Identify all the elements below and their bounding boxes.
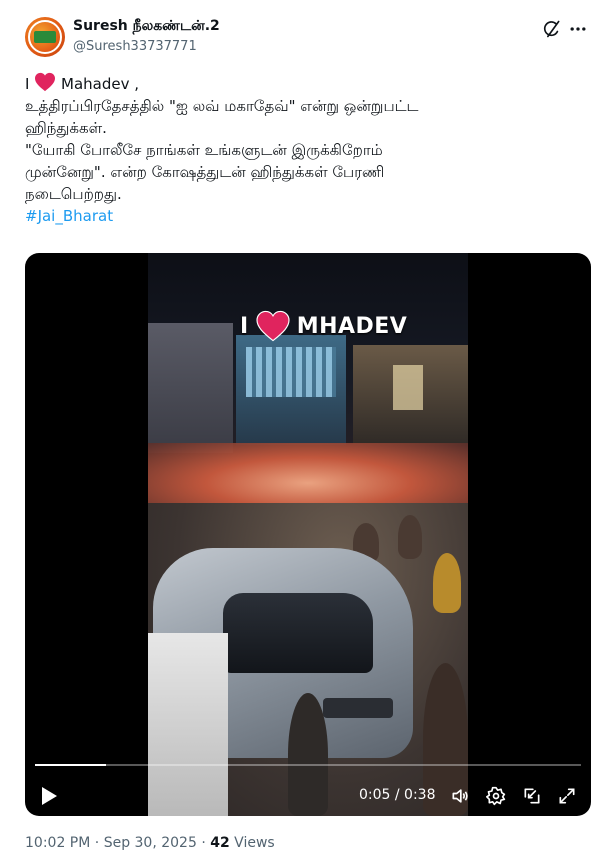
hashtag-link[interactable]: #Jai_Bharat [25,207,113,225]
building-left [148,323,233,453]
settings-icon[interactable] [486,786,506,806]
views-count: 42 [210,835,230,851]
tweet-time[interactable]: 10:02 PM [25,835,90,851]
tweet-line-2: உத்திரப்பிரதேசத்தில் "ஐ லவ் மகாதேவ்" என்… [25,97,419,115]
separator: · [201,835,206,851]
person [288,693,328,816]
more-icon[interactable] [568,19,588,39]
tweet-line-5: முன்னேறு". என்ற கோஷத்துடன் ஹிந்துக்கள் ப… [25,163,385,181]
tweet-line-3: ஹிந்துக்கள். [25,119,107,137]
tweet-date[interactable]: Sep 30, 2025 [104,835,197,851]
tweet-line-1-prefix: I [25,75,30,93]
person [398,515,422,559]
play-icon[interactable] [39,785,59,807]
tweet-line-6: நடைபெற்றது. [25,185,122,203]
red-heart-icon [35,72,56,92]
video-progress-bar[interactable] [35,764,581,766]
fullscreen-icon[interactable] [557,786,577,806]
video-time: 0:05 / 0:38 [359,787,436,803]
building-center [236,335,346,445]
pip-icon[interactable] [522,786,542,806]
tweet-footer: 10:02 PM · Sep 30, 2025 · 42 Views [25,833,275,853]
separator: · [94,835,100,851]
tweet-line-4: "யோகி போலீசே நாங்கள் உங்களுடன் இருக்கிறோ… [25,141,383,159]
video-frame[interactable]: I MHADEV [148,253,468,816]
overlay-prefix: I [240,313,249,339]
tweet-line-1-suffix: Mahadev , [61,75,139,93]
author-display-name[interactable]: Suresh நீலகண்டன்.2 [73,17,220,35]
avatar-image [34,31,56,43]
author-handle[interactable]: @Suresh33737771 [73,38,197,56]
overlay-text: MHADEV [296,313,408,339]
video-overlay-title: I MHADEV [240,308,407,344]
grok-icon[interactable] [542,19,562,39]
red-heart-icon [256,310,290,342]
avatar[interactable] [25,17,65,57]
building-right [353,345,468,445]
volume-icon[interactable] [450,786,470,806]
tweet-header: Suresh நீலகண்டன்.2 @Suresh33737771 [25,15,588,59]
person [433,553,461,613]
tweet-line-1: I Mahadev , [25,72,585,95]
car-left [148,633,228,816]
video-progress-fill [35,764,106,766]
video-player[interactable]: I MHADEV 0:05 / 0:38 [25,253,591,816]
tweet-text: I Mahadev , உத்திரப்பிரதேசத்தில் "ஐ லவ் … [25,72,585,227]
views-label: Views [234,835,275,851]
